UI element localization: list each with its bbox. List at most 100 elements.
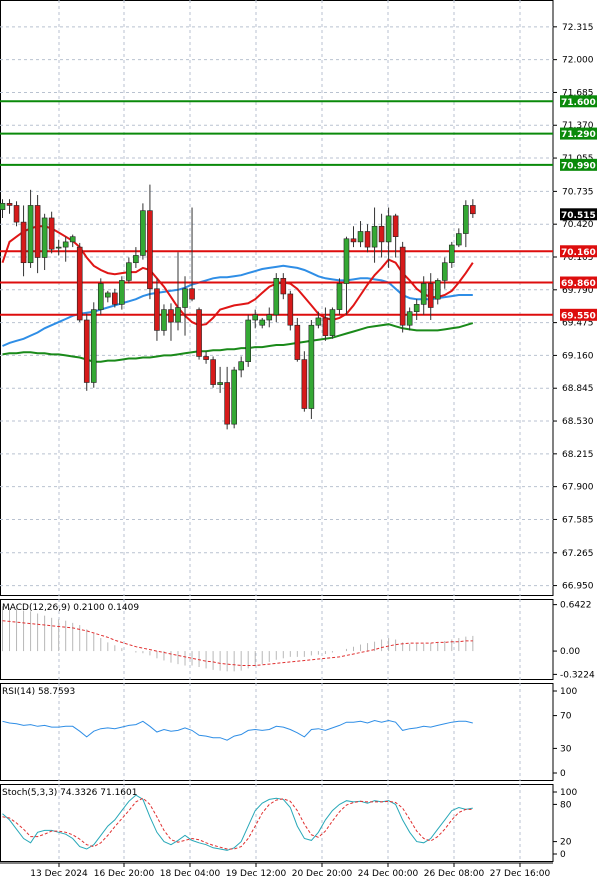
candle-bearish: [294, 324, 301, 360]
candle-bullish: [175, 307, 181, 323]
candle-bullish: [126, 262, 132, 281]
rsi-panel: 100 70 30 0 RSI(14) 58.7593: [0, 683, 577, 781]
candle-bullish: [357, 231, 364, 243]
candle-bullish: [119, 280, 125, 305]
candle-bearish: [203, 356, 209, 360]
candle-bullish: [62, 241, 69, 248]
candle-bullish: [385, 215, 392, 243]
y-tick-label: 67.265: [562, 549, 594, 559]
x-tick-label: 13 Dec 2024: [30, 869, 88, 879]
candle-bearish: [224, 382, 230, 425]
candle-bearish: [210, 359, 216, 385]
y-tick-label: 66.950: [562, 582, 594, 592]
candle-bullish: [182, 288, 188, 308]
candle-bullish: [441, 262, 448, 281]
candle-bearish: [427, 283, 434, 308]
rsi-y-tick-label: 30: [560, 744, 572, 754]
candle-bearish: [147, 210, 153, 290]
candle-bullish: [217, 382, 223, 385]
x-tick-label: 26 Dec 08:00: [424, 869, 485, 879]
macd-y-tick-label: -0.3224: [560, 670, 595, 680]
y-tick-label: 67.900: [562, 483, 594, 493]
candle-bullish: [252, 314, 259, 321]
resistance-level-label: 71.290: [561, 130, 596, 140]
resistance-level-label: 71.600: [561, 98, 596, 108]
candle-bullish: [266, 314, 273, 321]
trading-chart: 72.31572.00071.68571.37071.05570.73570.4…: [0, 0, 597, 879]
candle-bullish: [420, 283, 427, 305]
y-tick-label: 72.000: [562, 56, 594, 66]
candle-bearish: [392, 215, 399, 237]
candle-bullish: [371, 225, 378, 248]
x-tick-label: 24 Dec 00:00: [358, 869, 419, 879]
candle-bullish: [315, 317, 322, 326]
candle-bearish: [168, 309, 174, 323]
rsi-y-tick-label: 0: [560, 769, 566, 779]
candle-bullish: [343, 238, 350, 284]
candle-bullish: [69, 236, 76, 243]
support-level-label: 69.860: [561, 279, 596, 289]
candle-bearish: [13, 205, 20, 223]
candle-bearish: [83, 319, 90, 383]
stoch-y-tick-label: 80: [560, 800, 572, 810]
candle-bullish: [140, 210, 146, 256]
candle-bearish: [112, 292, 118, 305]
candle-bullish: [434, 280, 441, 300]
candle-bullish: [406, 311, 413, 326]
candle-bullish: [448, 244, 455, 264]
candle-bullish: [308, 324, 315, 409]
candle-bearish: [470, 205, 476, 215]
x-tick-label: 20 Dec 20:00: [292, 869, 353, 879]
candle-bullish: [413, 304, 420, 312]
stoch-panel: 100 80 20 0 Stoch(5,3,3) 74.3326 71.1601: [0, 784, 577, 862]
macd-y-tick-label: 0.6422: [560, 601, 592, 611]
candle-bearish: [350, 238, 357, 243]
candle-bullish: [133, 255, 139, 264]
candle-bullish: [245, 319, 251, 362]
y-tick-label: 69.160: [562, 351, 594, 361]
candle-bullish: [97, 283, 104, 310]
x-tick-label: 16 Dec 20:00: [94, 869, 155, 879]
candle-bearish: [76, 246, 83, 321]
stoch-label: Stoch(5,3,3) 74.3326 71.1601: [2, 788, 137, 798]
candle-bullish: [55, 246, 62, 249]
candle-bearish: [322, 317, 329, 336]
rsi-line: [2, 719, 473, 741]
candle-bearish: [48, 217, 55, 250]
candle-bearish: [189, 288, 195, 300]
candle-bullish: [27, 205, 34, 264]
stoch-d-line: [2, 797, 473, 850]
candle-bearish: [280, 278, 287, 295]
y-tick-label: 68.530: [562, 417, 594, 427]
time-axis: 13 Dec 2024 16 Dec 20:00 18 Dec 04:00 19 De…: [0, 862, 553, 879]
candle-bullish: [161, 309, 167, 331]
stoch-y-tick-label: 20: [560, 838, 572, 848]
candle-bearish: [287, 293, 294, 326]
price-panel: 72.31572.00071.68571.37071.05570.73570.4…: [0, 0, 597, 596]
candle-bullish: [231, 369, 237, 425]
candle-bullish: [0, 203, 6, 210]
candle-bullish: [238, 361, 244, 371]
candle-bearish: [20, 221, 27, 264]
y-tick-label: 72.315: [562, 23, 594, 33]
candle-bullish: [105, 292, 111, 298]
rsi-panel-frame: [0, 683, 554, 781]
x-tick-label: 27 Dec 16:00: [490, 869, 551, 879]
x-tick-label: 18 Dec 04:00: [160, 869, 221, 879]
stoch-y-tick-label: 0: [560, 850, 566, 860]
resistance-level-label: 70.990: [561, 161, 596, 171]
macd-panel: 0.6422 0.00 -0.3224 MACD(12,26,9) 0.2100 0.…: [0, 599, 595, 680]
candle-bearish: [399, 246, 406, 326]
macd-y-tick-label: 0.00: [560, 647, 580, 657]
rsi-y-tick-label: 100: [560, 687, 577, 697]
support-level-label: 70.160: [561, 248, 596, 258]
candle-bullish: [259, 319, 266, 326]
candle-bullish: [273, 278, 280, 316]
stoch-k-line: [2, 794, 473, 851]
y-tick-label: 68.845: [562, 384, 594, 394]
x-tick-label: 19 Dec 12:00: [226, 869, 287, 879]
candle-bullish: [336, 283, 343, 310]
rsi-label: RSI(14) 58.7593: [2, 687, 75, 697]
stoch-y-tick-label: 100: [560, 788, 577, 798]
candle-bearish: [301, 359, 308, 409]
